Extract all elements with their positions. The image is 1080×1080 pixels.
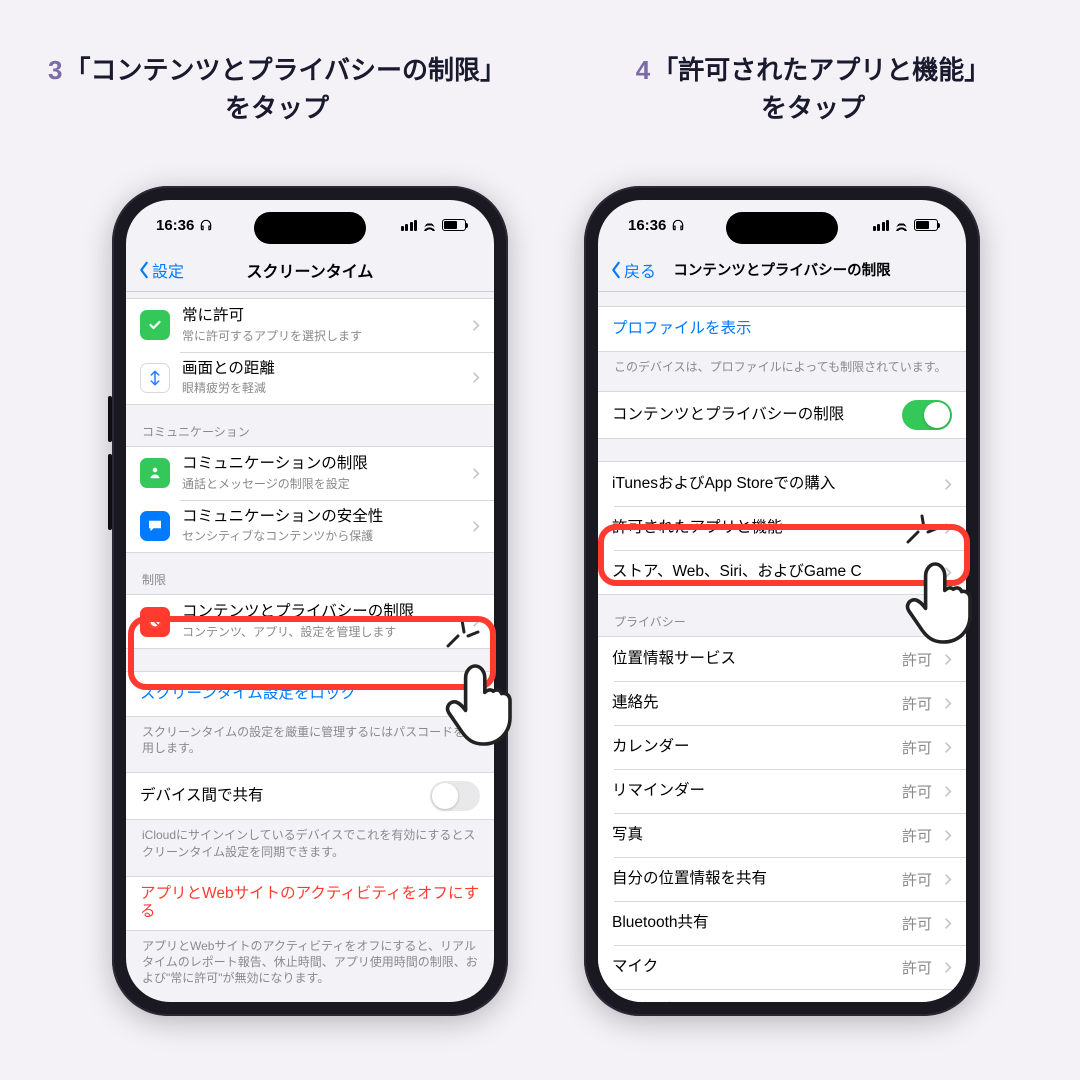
- chevron-right-icon: [472, 467, 480, 480]
- dynamic-island: [726, 212, 838, 244]
- signal-icon: [873, 220, 890, 231]
- back-button[interactable]: 戻る: [610, 258, 656, 282]
- row-privacy-item[interactable]: 音声認識許可: [598, 989, 966, 1002]
- tap-hand-icon: [880, 528, 1000, 648]
- no-entry-icon: [140, 607, 170, 637]
- row-screen-distance[interactable]: 画面との距離 眼精疲労を軽減: [126, 352, 494, 405]
- section-header-restrictions: 制限: [126, 553, 494, 594]
- wifi-icon: [422, 219, 437, 231]
- chevron-right-icon: [944, 873, 952, 886]
- step-3-caption: 3「コンテンツとプライバシーの制限」をタップ: [12, 52, 542, 127]
- dynamic-island: [254, 212, 366, 244]
- safety-bubble-icon: [140, 511, 170, 541]
- status-time: 16:36: [156, 217, 194, 234]
- footer-profile: このデバイスは、プロファイルによっても制限されています。: [598, 352, 966, 377]
- chevron-right-icon: [944, 653, 952, 666]
- chevron-right-icon: [472, 371, 480, 384]
- row-show-profile[interactable]: プロファイルを表示: [598, 307, 966, 351]
- content-privacy-toggle[interactable]: [902, 400, 952, 430]
- chevron-right-icon: [944, 785, 952, 798]
- row-communication-safety[interactable]: コミュニケーションの安全性 センシティブなコンテンツから保護: [126, 500, 494, 553]
- row-privacy-item[interactable]: 写真許可: [598, 813, 966, 857]
- step-4-caption: 4「許可されたアプリと機能」をタップ: [548, 52, 1078, 127]
- wifi-icon: [894, 219, 909, 231]
- section-header-communication: コミュニケーション: [126, 405, 494, 446]
- row-itunes-purchases[interactable]: iTunesおよびApp Storeでの購入: [598, 462, 966, 506]
- row-communication-limits[interactable]: コミュニケーションの制限 通話とメッセージの制限を設定: [126, 447, 494, 500]
- chevron-right-icon: [944, 697, 952, 710]
- signal-icon: [401, 220, 418, 231]
- row-turn-off-activity[interactable]: アプリとWebサイトのアクティビティをオフにする: [126, 877, 494, 930]
- chevron-right-icon: [944, 917, 952, 930]
- row-share-across-devices[interactable]: デバイス間で共有: [126, 773, 494, 819]
- row-privacy-item[interactable]: Bluetooth共有許可: [598, 901, 966, 945]
- battery-icon: [914, 219, 938, 231]
- headphones-icon: [671, 218, 685, 232]
- footer-share: iCloudにサインインしているデバイスでこれを有効にするとスクリーンタイム設定…: [126, 820, 494, 861]
- nav-bar: 戻る コンテンツとプライバシーの制限: [598, 248, 966, 292]
- status-time: 16:36: [628, 217, 666, 234]
- nav-bar: 設定 スクリーンタイム: [126, 248, 494, 292]
- battery-icon: [442, 219, 466, 231]
- phone-step-3: 16:36 設定 スクリーンタイム: [112, 186, 508, 1016]
- row-content-privacy-toggle[interactable]: コンテンツとプライバシーの制限: [598, 392, 966, 438]
- chevron-left-icon: [138, 261, 150, 279]
- tap-hand-icon: [420, 630, 540, 750]
- chevron-right-icon: [944, 961, 952, 974]
- chevron-left-icon: [610, 261, 622, 279]
- footer-turnoff: アプリとWebサイトのアクティビティをオフにすると、リアルタイムのレポート報告、…: [126, 931, 494, 989]
- row-privacy-item[interactable]: カレンダー許可: [598, 725, 966, 769]
- chevron-right-icon: [944, 829, 952, 842]
- row-privacy-item[interactable]: 連絡先許可: [598, 681, 966, 725]
- back-button[interactable]: 設定: [138, 258, 184, 282]
- row-privacy-item[interactable]: マイク許可: [598, 945, 966, 989]
- chevron-right-icon: [472, 319, 480, 332]
- chevron-right-icon: [944, 741, 952, 754]
- row-privacy-item[interactable]: リマインダー許可: [598, 769, 966, 813]
- communication-icon: [140, 458, 170, 488]
- chevron-right-icon: [472, 520, 480, 533]
- share-toggle[interactable]: [430, 781, 480, 811]
- chevron-right-icon: [944, 478, 952, 491]
- checkmark-shield-icon: [140, 310, 170, 340]
- row-always-allow[interactable]: 常に許可 常に許可するアプリを選択します: [126, 299, 494, 352]
- distance-icon: [140, 363, 170, 393]
- row-privacy-item[interactable]: 自分の位置情報を共有許可: [598, 857, 966, 901]
- headphones-icon: [199, 218, 213, 232]
